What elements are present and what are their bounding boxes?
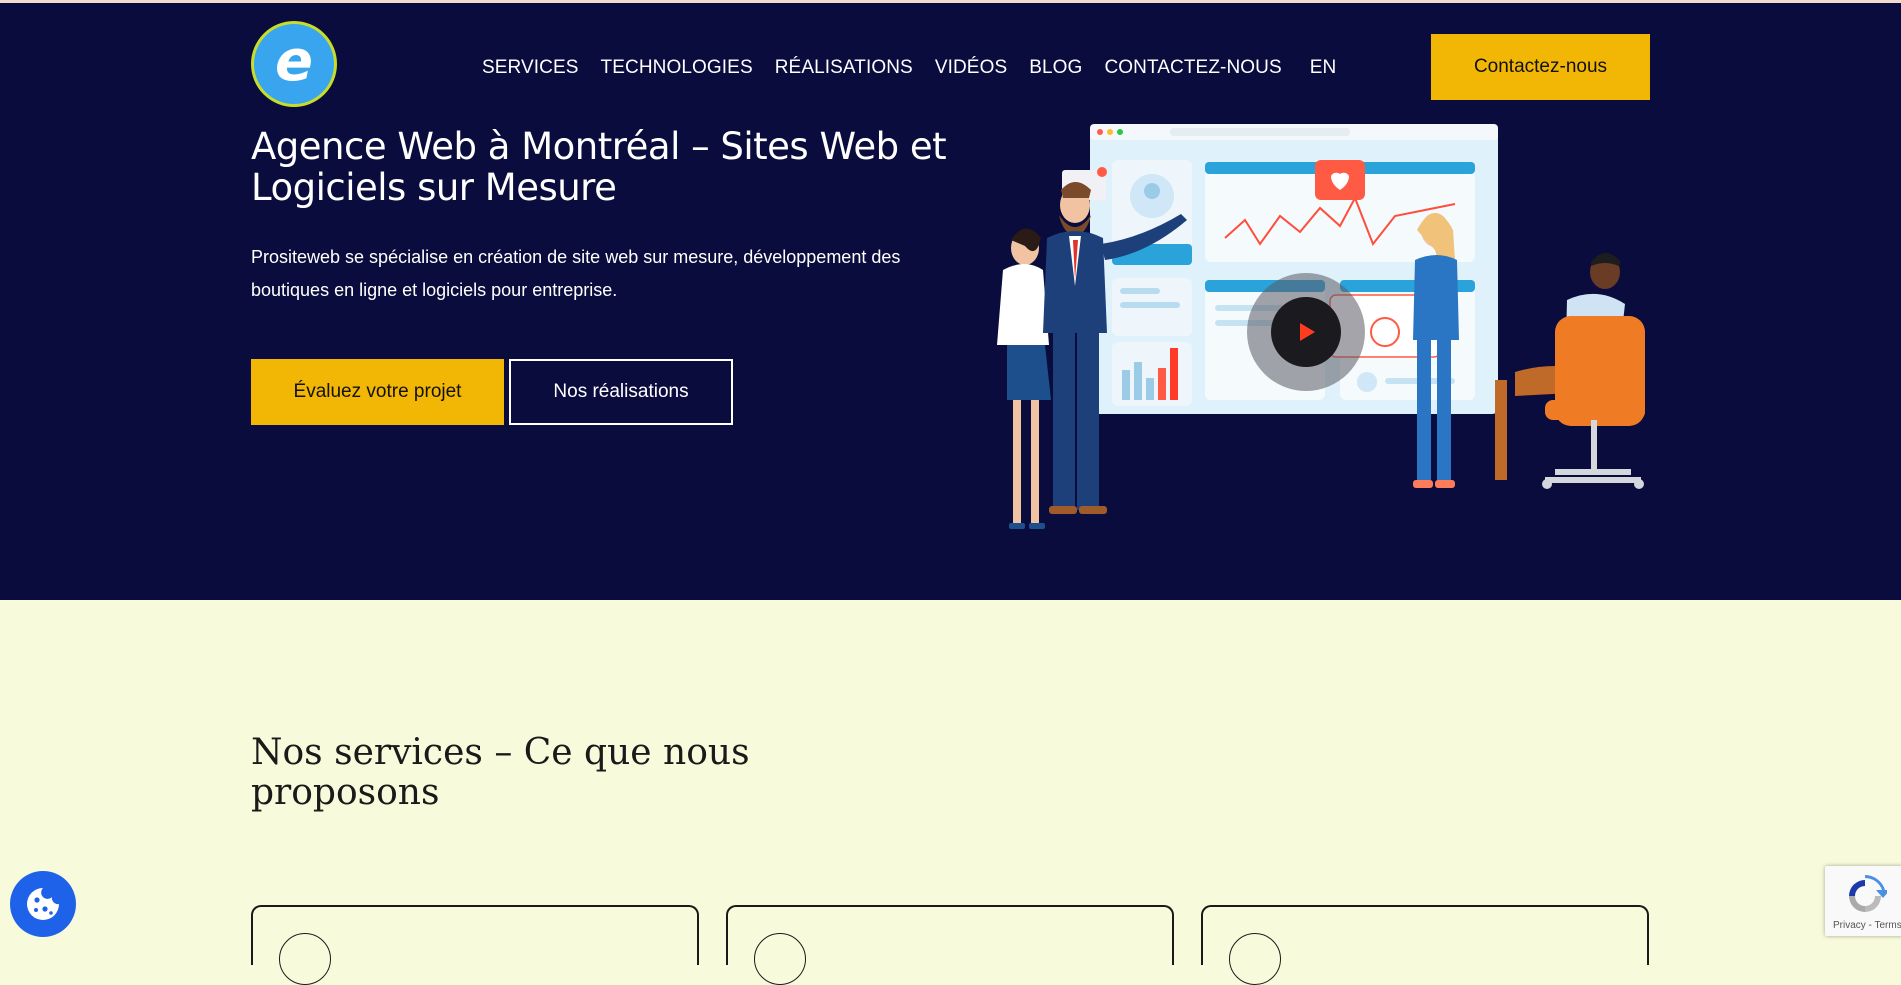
- cookie-settings-button[interactable]: [10, 871, 76, 937]
- nav-item-videos[interactable]: VIDÉOS: [935, 57, 1007, 79]
- nav-item-technologies[interactable]: TECHNOLOGIES: [601, 57, 753, 79]
- service-card-icon: [754, 933, 806, 985]
- hero-description: Prositeweb se spécialise en création de …: [251, 247, 901, 300]
- service-card[interactable]: [251, 905, 699, 985]
- service-card[interactable]: [1201, 905, 1649, 985]
- contact-button[interactable]: Contactez-nous: [1431, 34, 1650, 100]
- play-icon: [1300, 323, 1315, 341]
- portfolio-button[interactable]: Nos réalisations: [509, 359, 733, 425]
- recaptcha-badge[interactable]: Privacy - Terms: [1825, 866, 1901, 936]
- nav-item-blog[interactable]: BLOG: [1029, 57, 1082, 79]
- service-card[interactable]: [726, 905, 1174, 985]
- logo-icon[interactable]: e: [251, 21, 337, 107]
- video-play-button[interactable]: [1247, 273, 1365, 391]
- logo-letter: e: [275, 28, 313, 94]
- nav-item-realisations[interactable]: RÉALISATIONS: [775, 57, 913, 79]
- main-nav: SERVICES TECHNOLOGIES RÉALISATIONS VIDÉO…: [482, 55, 1358, 81]
- service-card-icon: [279, 933, 331, 985]
- nav-item-services[interactable]: SERVICES: [482, 57, 579, 79]
- nav-item-contact[interactable]: CONTACTEZ-NOUS: [1104, 57, 1281, 79]
- evaluate-project-button[interactable]: Évaluez votre projet: [251, 359, 504, 425]
- hero-title: Agence Web à Montréal – Sites Web et Log…: [251, 125, 947, 209]
- nav-item-language[interactable]: EN: [1310, 57, 1337, 79]
- cookie-icon: [27, 888, 59, 920]
- recaptcha-icon: [1849, 875, 1887, 912]
- recaptcha-text[interactable]: Privacy - Terms: [1833, 920, 1901, 931]
- play-button-inner: [1271, 297, 1341, 367]
- services-title: Nos services – Ce que nous proposons: [251, 732, 750, 813]
- service-card-icon: [1229, 933, 1281, 985]
- hero-section: e SERVICES TECHNOLOGIES RÉALISATIONS VID…: [0, 3, 1901, 600]
